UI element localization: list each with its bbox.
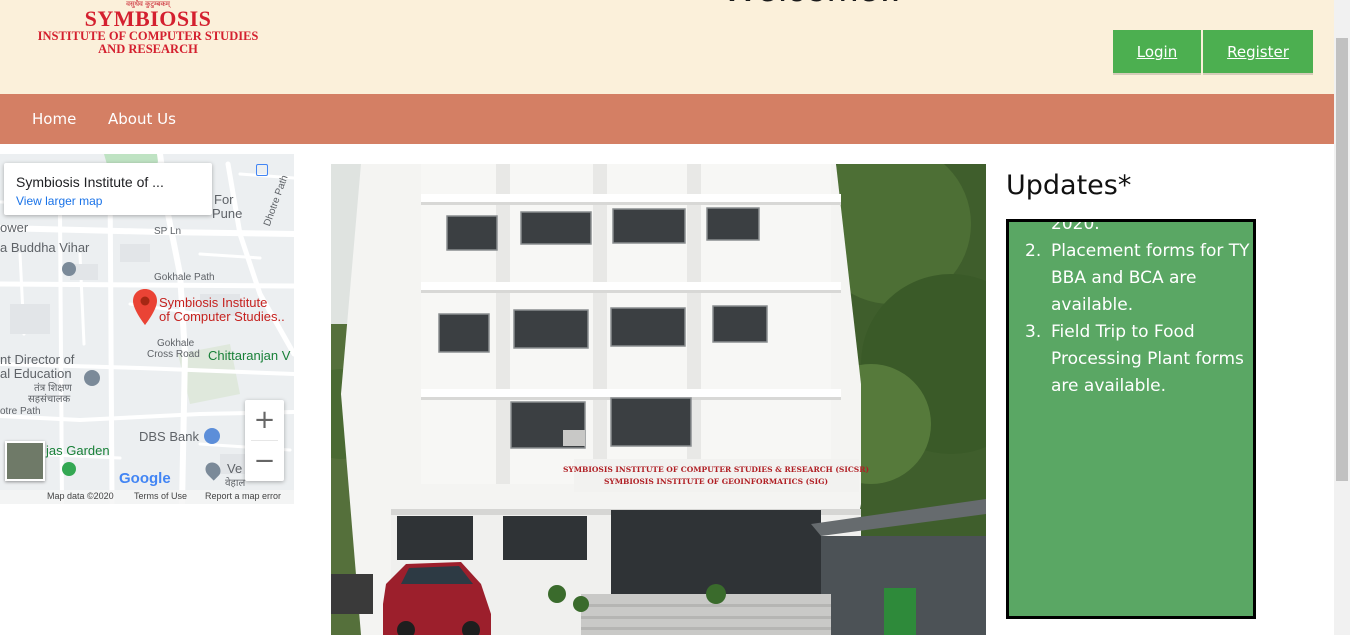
page: वसुधैव कुटुम्बकम् SYMBIOSIS INSTITUTE OF… [0, 0, 1350, 635]
zoom-in-button[interactable]: + [245, 400, 284, 440]
nav-home-link[interactable]: Home [32, 94, 76, 144]
main-navbar: Home About Us [0, 94, 1334, 144]
map-label-otre-path: otre Path [0, 406, 41, 417]
updates-list: 2020. 2. Placement forms for TY BBA and B… [1025, 219, 1251, 400]
map-pin-label-line2[interactable]: of Computer Studies.. [159, 309, 285, 324]
campus-building-photo: SYMBIOSIS INSTITUTE OF COMPUTER STUDIES … [331, 164, 986, 635]
building-sign-line2: SYMBIOSIS INSTITUTE OF GEOINFORMATICS (S… [604, 477, 828, 486]
transit-bus-icon[interactable] [256, 164, 268, 176]
map-pin-label-line1[interactable]: Symbiosis Institute [159, 295, 267, 310]
location-pin-icon[interactable] [133, 289, 157, 325]
updates-item-number: 2. [1025, 241, 1042, 261]
page-scrollbar[interactable] [1334, 0, 1350, 635]
google-logo: Google [119, 470, 171, 487]
map-label-gokhale-path: Gokhale Path [154, 272, 215, 283]
updates-partial-text: 2020. [1051, 219, 1100, 234]
page-scrollbar-thumb[interactable] [1336, 38, 1348, 481]
logo-subtitle-line2: AND RESEARCH [98, 41, 198, 56]
map-label-education: al Education [0, 366, 72, 381]
welcome-heading: Welcome.. [722, 0, 901, 11]
logo-name: SYMBIOSIS [84, 6, 212, 31]
updates-item-text: Field Trip to Food Processing Plant form… [1051, 322, 1244, 396]
map-label-ower: ower [0, 220, 29, 235]
map-label-marathi-2: सहसंचालक [28, 394, 71, 405]
map-footer: Map data ©2020 Terms of Use Report a map… [0, 490, 294, 504]
updates-list-item-partial: 2020. [1025, 219, 1251, 238]
education-icon[interactable] [84, 370, 100, 386]
symbiosis-logo[interactable]: वसुधैव कुटुम्बकम् SYMBIOSIS INSTITUTE OF… [20, 0, 276, 60]
garden-icon[interactable] [62, 462, 76, 476]
map-label-director: nt Director of [0, 352, 75, 367]
map-label-ve: Ve [227, 461, 243, 476]
map-label-buddha-vihar: a Buddha Vihar [0, 240, 90, 255]
updates-heading: Updates* [1006, 170, 1132, 201]
logo-subtitle-line1: INSTITUTE OF COMPUTER STUDIES [37, 29, 259, 43]
login-button[interactable]: Login [1113, 30, 1201, 73]
map-label-pune: Pune [212, 206, 243, 221]
nav-about-us-link[interactable]: About Us [108, 94, 176, 144]
updates-item-number: 3. [1025, 322, 1042, 342]
register-button[interactable]: Register [1203, 30, 1313, 73]
updates-item-text: Placement forms for TY BBA and BCA are a… [1051, 241, 1250, 315]
zoom-out-button[interactable]: − [245, 441, 284, 481]
site-header: वसुधैव कुटुम्बकम् SYMBIOSIS INSTITUTE OF… [0, 0, 1334, 94]
map-place-card: Symbiosis Institute of ... View larger m… [4, 163, 212, 215]
updates-list-item: 3. Field Trip to Food Processing Plant fo… [1025, 319, 1251, 400]
view-larger-map-link[interactable]: View larger map [16, 194, 102, 208]
map-label-chittaranjan: Chittaranjan V [208, 348, 291, 363]
map-zoom-control: + − [245, 400, 284, 481]
map-place-title: Symbiosis Institute of ... [16, 174, 164, 190]
embedded-map[interactable]: For Pune ower SP Ln a Buddha Vihar Gokha… [0, 154, 294, 504]
updates-list-item: 2. Placement forms for TY BBA and BCA are… [1025, 238, 1251, 319]
map-label-gokhale: Gokhale [157, 338, 195, 349]
map-label-for: For [214, 192, 234, 207]
map-label-dbs-bank: DBS Bank [139, 429, 199, 444]
map-report-error-link[interactable]: Report a map error [205, 491, 281, 501]
map-terms-link[interactable]: Terms of Use [134, 491, 187, 501]
map-label-garden: jas Garden [46, 443, 110, 458]
map-label-cross-road: Cross Road [147, 349, 200, 360]
map-label-sp-ln: SP Ln [154, 226, 182, 237]
building-sign-line1: SYMBIOSIS INSTITUTE OF COMPUTER STUDIES … [563, 465, 869, 474]
bank-icon[interactable] [204, 428, 220, 444]
buddha-vihar-icon[interactable] [62, 262, 76, 276]
satellite-view-toggle[interactable] [5, 441, 45, 481]
updates-scroll-box[interactable]: 2020. 2. Placement forms for TY BBA and B… [1006, 219, 1256, 619]
map-data-attribution: Map data ©2020 [47, 491, 114, 501]
map-label-ve-marathi: वेहाल [225, 478, 246, 489]
